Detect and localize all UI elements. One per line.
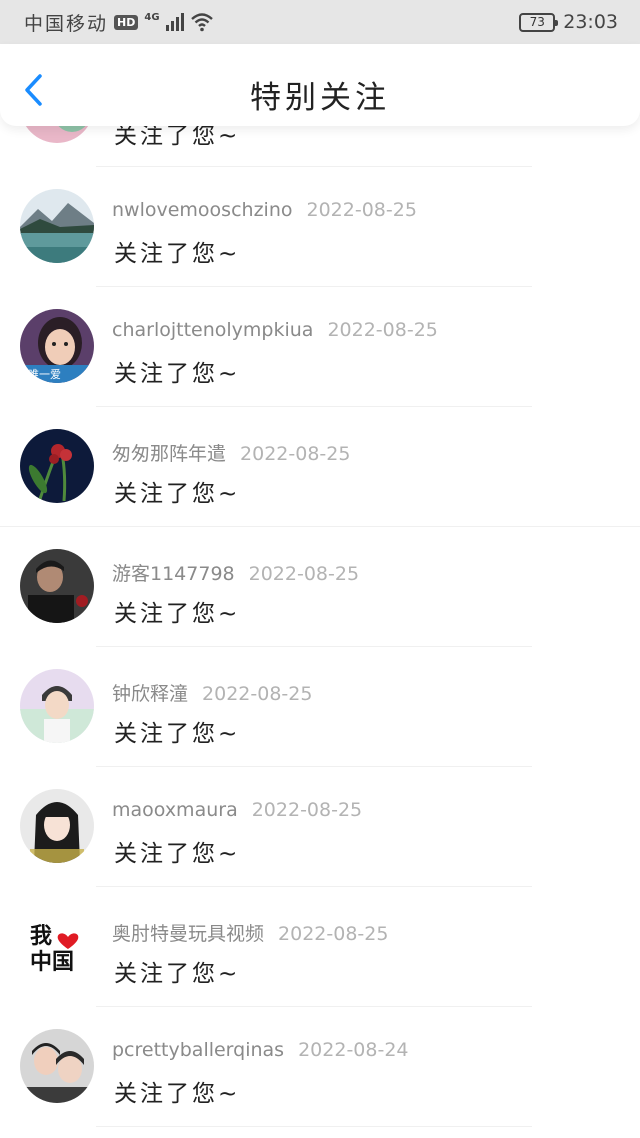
user-name[interactable]: nwlovemooschzino (112, 199, 292, 221)
nav-bar: 特别关注 (0, 44, 640, 126)
i-love-china-avatar-icon: 我 中国 (20, 909, 94, 983)
list-item[interactable]: 唯一爱 charlojttenolympkiua 2022-08-25 关注了您~ (0, 286, 640, 407)
battery-icon: 73 (519, 12, 559, 32)
message-text: 关注了您~ (114, 961, 241, 987)
user-name-line: 匆匆那阵年遣 2022-08-25 (112, 439, 350, 466)
user-name-line: maooxmaura 2022-08-25 (112, 799, 362, 821)
message-text: 关注了您~ (114, 481, 241, 507)
avatar[interactable] (20, 789, 94, 863)
message-text: 关注了您~ (114, 126, 241, 149)
follow-date: 2022-08-25 (202, 683, 313, 705)
follow-date: 2022-08-25 (248, 563, 360, 585)
status-time: 23:03 (563, 11, 618, 33)
user-name[interactable]: 奥肘特曼玩具视频 (112, 923, 264, 945)
message-text: 关注了您~ (114, 361, 241, 387)
status-left: 中国移动 HD 4G (24, 9, 519, 36)
avatar[interactable]: 唯一爱 (20, 309, 94, 383)
list-item[interactable]: pcrettyballerqinas 2022-08-24 关注了您~ (0, 1006, 640, 1127)
status-bar: 中国移动 HD 4G 73 23:03 (0, 0, 640, 44)
user-name[interactable]: pcrettyballerqinas (112, 1039, 284, 1061)
avatar[interactable] (20, 189, 94, 263)
carrier-name: 中国移动 (24, 12, 109, 35)
boy-pastel-avatar-icon (20, 669, 94, 743)
avatar[interactable]: 我 中国 (20, 909, 94, 983)
signal-icon (165, 13, 184, 31)
man-portrait-avatar-icon (20, 549, 94, 623)
follow-date: 2022-08-25 (306, 199, 417, 221)
user-name-line: 钟欣释潼 2022-08-25 (112, 679, 312, 706)
red-flower-avatar-icon (20, 429, 94, 503)
lake-landscape-avatar-icon (20, 189, 94, 263)
avatar-text-bottom: 中国 (30, 950, 74, 975)
list-item[interactable]: 游客1147798 2022-08-25 关注了您~ (0, 526, 640, 647)
network-type: 4G (144, 11, 160, 23)
battery-level: 73 (529, 15, 545, 29)
follow-date: 2022-08-25 (240, 443, 351, 465)
follow-date: 2022-08-25 (251, 799, 363, 821)
message-text: 关注了您~ (114, 241, 241, 267)
list-item[interactable]: 钟欣释潼 2022-08-25 关注了您~ (0, 646, 640, 767)
user-name-line: pcrettyballerqinas 2022-08-24 (112, 1039, 409, 1061)
message-text: 关注了您~ (114, 601, 241, 627)
user-name-line: charlojttenolympkiua 2022-08-25 (112, 319, 438, 341)
avatar[interactable] (20, 1029, 94, 1103)
user-name[interactable]: charlojttenolympkiua (112, 319, 313, 341)
follow-date: 2022-08-25 (327, 319, 438, 341)
avatar-caption: 唯一爱 (28, 368, 61, 381)
pink-flower-avatar-icon (20, 126, 94, 143)
hd-badge: HD (114, 14, 139, 30)
avatar-text-top: 我 (30, 924, 52, 949)
user-name[interactable]: 钟欣释潼 (112, 683, 188, 705)
user-name-line: nwlovemooschzino 2022-08-25 (112, 199, 417, 221)
page-title: 特别关注 (250, 80, 390, 116)
couple-photo-avatar-icon (20, 1029, 94, 1103)
avatar[interactable] (20, 429, 94, 503)
message-text: 关注了您~ (114, 721, 241, 747)
follow-date: 2022-08-25 (278, 923, 389, 945)
message-text: 关注了您~ (114, 1081, 241, 1107)
avatar[interactable] (20, 126, 94, 143)
list-item-partial[interactable]: 关注了您~ (0, 126, 640, 167)
user-name[interactable]: 匆匆那阵年遣 (112, 443, 226, 465)
avatar[interactable] (20, 549, 94, 623)
status-right: 73 23:03 (519, 11, 618, 33)
special-follow-list: 关注了您~ nwlovemooschzino 2022-08-25 关注了您~ (0, 126, 640, 1138)
user-name-line: 奥肘特曼玩具视频 2022-08-25 (112, 919, 388, 946)
wifi-icon (190, 13, 213, 32)
avatar[interactable] (20, 669, 94, 743)
user-name[interactable]: 游客1147798 (112, 563, 235, 585)
girl-portrait-avatar-icon: 唯一爱 (20, 309, 94, 383)
list-item[interactable]: maooxmaura 2022-08-25 关注了您~ (0, 766, 640, 887)
follow-date: 2022-08-24 (298, 1039, 409, 1061)
user-name[interactable]: maooxmaura (112, 799, 238, 821)
row-divider (96, 1126, 532, 1127)
girl-long-hair-avatar-icon (20, 789, 94, 863)
user-name-line: 游客1147798 2022-08-25 (112, 559, 359, 586)
list-item[interactable]: nwlovemooschzino 2022-08-25 关注了您~ (0, 166, 640, 287)
message-text: 关注了您~ (114, 841, 241, 867)
list-item[interactable]: 匆匆那阵年遣 2022-08-25 关注了您~ (0, 406, 640, 527)
list-item[interactable]: 我 中国 奥肘特曼玩具视频 2022-08-25 关注了您~ (0, 886, 640, 1007)
